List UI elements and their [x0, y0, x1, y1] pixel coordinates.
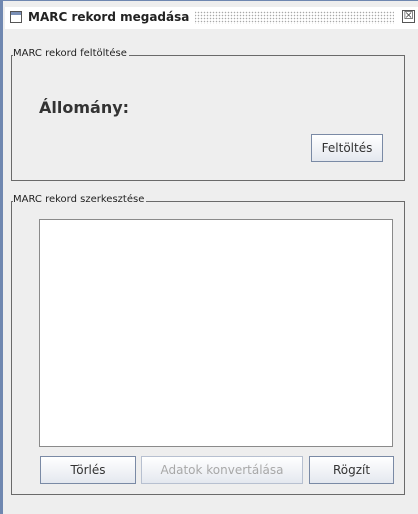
window-icon — [10, 11, 22, 23]
upload-group-legend: MARC rekord feltöltése — [13, 48, 129, 59]
upload-button[interactable]: Feltöltés — [311, 134, 383, 162]
title-bar-grip — [179, 11, 394, 24]
delete-button[interactable]: Törlés — [40, 456, 136, 484]
dialog-window: MARC rekord megadása ☒ MARC rekord feltö… — [0, 0, 418, 514]
window-title: MARC rekord megadása — [28, 10, 196, 24]
title-bar[interactable]: MARC rekord megadása ☒ — [5, 7, 418, 29]
file-label: Állomány: — [39, 98, 130, 117]
save-button[interactable]: Rögzít — [309, 456, 394, 484]
close-icon[interactable]: ☒ — [402, 10, 415, 23]
edit-group-legend: MARC rekord szerkesztése — [13, 194, 147, 205]
upload-group: MARC rekord feltöltése Állomány: Feltölt… — [11, 48, 405, 181]
convert-data-button[interactable]: Adatok konvertálása — [141, 456, 303, 484]
marc-editor-textarea[interactable] — [39, 219, 393, 447]
edit-group: MARC rekord szerkesztése Törlés Adatok k… — [11, 194, 405, 495]
